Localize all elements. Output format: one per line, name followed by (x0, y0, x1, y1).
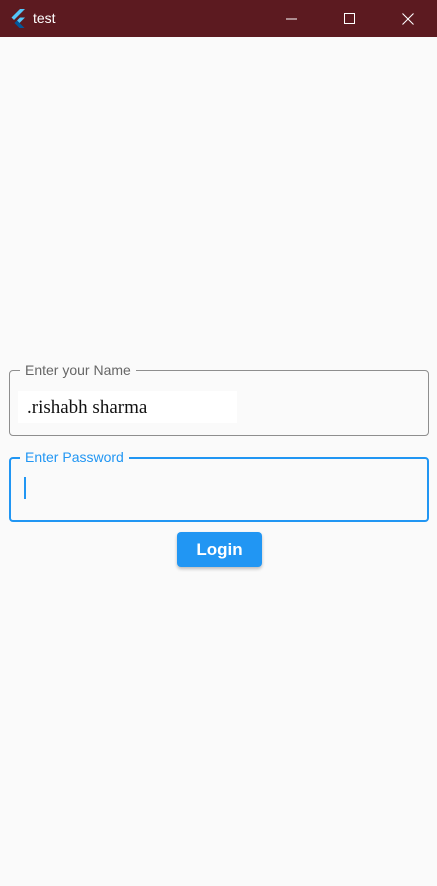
flutter-logo-icon (11, 9, 25, 28)
text-cursor (24, 477, 26, 499)
window-title: test (33, 10, 56, 26)
password-input[interactable] (27, 475, 411, 503)
maximize-button[interactable] (321, 0, 379, 37)
minimize-icon (286, 18, 297, 19)
minimize-button[interactable] (263, 0, 321, 37)
name-field-label: Enter your Name (20, 362, 136, 378)
close-button[interactable] (379, 0, 437, 37)
password-field-label: Enter Password (20, 449, 129, 465)
password-field[interactable]: Enter Password (9, 449, 429, 522)
name-input-value[interactable]: .rishabh sharma (27, 397, 147, 419)
name-value-highlight[interactable]: .rishabh sharma (18, 391, 237, 423)
name-field[interactable]: Enter your Name .rishabh sharma (9, 362, 429, 436)
title-bar[interactable]: test (0, 0, 437, 37)
maximize-icon (344, 12, 355, 24)
app-window: test Enter your Name .rishabh sharma Ent… (0, 0, 437, 886)
login-button[interactable]: Login (177, 532, 262, 567)
close-icon (402, 12, 414, 25)
